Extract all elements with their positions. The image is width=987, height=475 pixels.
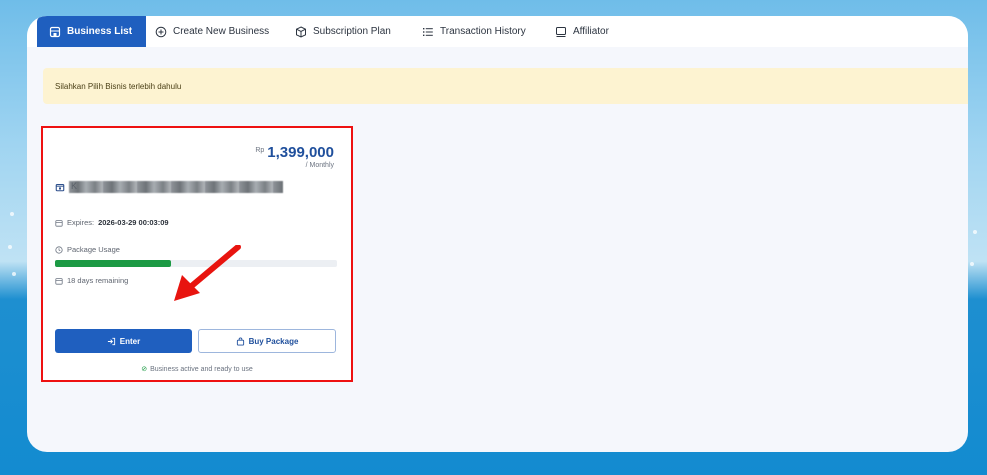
list-icon [423,27,433,36]
tab-label: Create New Business [173,26,270,37]
package-icon [296,25,306,38]
price-amount: 1,399,000 [267,144,334,161]
remaining-text: 18 days remaining [67,276,129,285]
usage-progress-fill [55,260,171,267]
tab-label: Business List [67,26,133,37]
tab-subscription-plan[interactable]: Subscription Plan [295,16,391,47]
background-dot [12,272,16,276]
background-dot [970,262,974,266]
billing-period: / Monthly [305,162,334,169]
buy-package-button[interactable]: Buy Package [198,329,336,353]
background-dot [10,212,14,216]
shopping-bag-icon [236,337,244,346]
check-circle-icon: ⊘ [141,366,148,373]
store-icon [55,183,65,192]
background-dot [973,230,977,234]
arrow-annotation-icon [174,245,241,301]
tab-label: Transaction History [440,26,526,37]
expiry-info: Expires: 2026-03-29 00:03:09 [55,218,169,227]
app-window: Business List Create New Business Subscr… [27,16,968,452]
status-text: Business active and ready to use [150,366,253,373]
enter-button-label: Enter [119,336,141,346]
alert-message: Silahkan Pilih Bisnis terlebih dahulu [55,81,182,91]
package-usage-heading: Package Usage [55,245,120,254]
calendar-icon [55,277,63,285]
login-icon [107,337,115,345]
usage-label: Package Usage [67,245,120,254]
currency-label: Rp [255,147,265,154]
redacted-business-name [69,181,283,193]
tab-transaction-history[interactable]: Transaction History [422,16,526,47]
expires-label: Expires: [67,218,95,227]
background-dot [8,245,12,249]
plus-circle-icon [155,26,167,37]
buy-package-label: Buy Package [248,336,299,346]
calendar-icon [55,219,63,227]
tab-label: Affiliator [573,26,609,37]
select-business-alert: Silahkan Pilih Bisnis terlebih dahulu [43,68,968,104]
price: Rp 1,399,000 [255,144,334,161]
building-icon [49,26,61,37]
expires-value: 2026-03-29 00:03:09 [98,218,169,227]
tab-label: Subscription Plan [313,26,391,37]
clock-icon [55,245,63,254]
remaining-info: 18 days remaining [55,276,128,285]
business-name: K [55,181,283,193]
tab-business-list[interactable]: Business List [37,16,147,47]
tab-affiliator[interactable]: Affiliator [555,16,609,47]
tab-create-new-business[interactable]: Create New Business [155,16,269,47]
monitor-icon [556,26,566,37]
tab-bar: Business List Create New Business Subscr… [27,16,968,47]
business-name-initial: K [71,181,78,191]
enter-button[interactable]: Enter [55,329,192,353]
business-status: ⊘ Business active and ready to use [43,365,351,373]
